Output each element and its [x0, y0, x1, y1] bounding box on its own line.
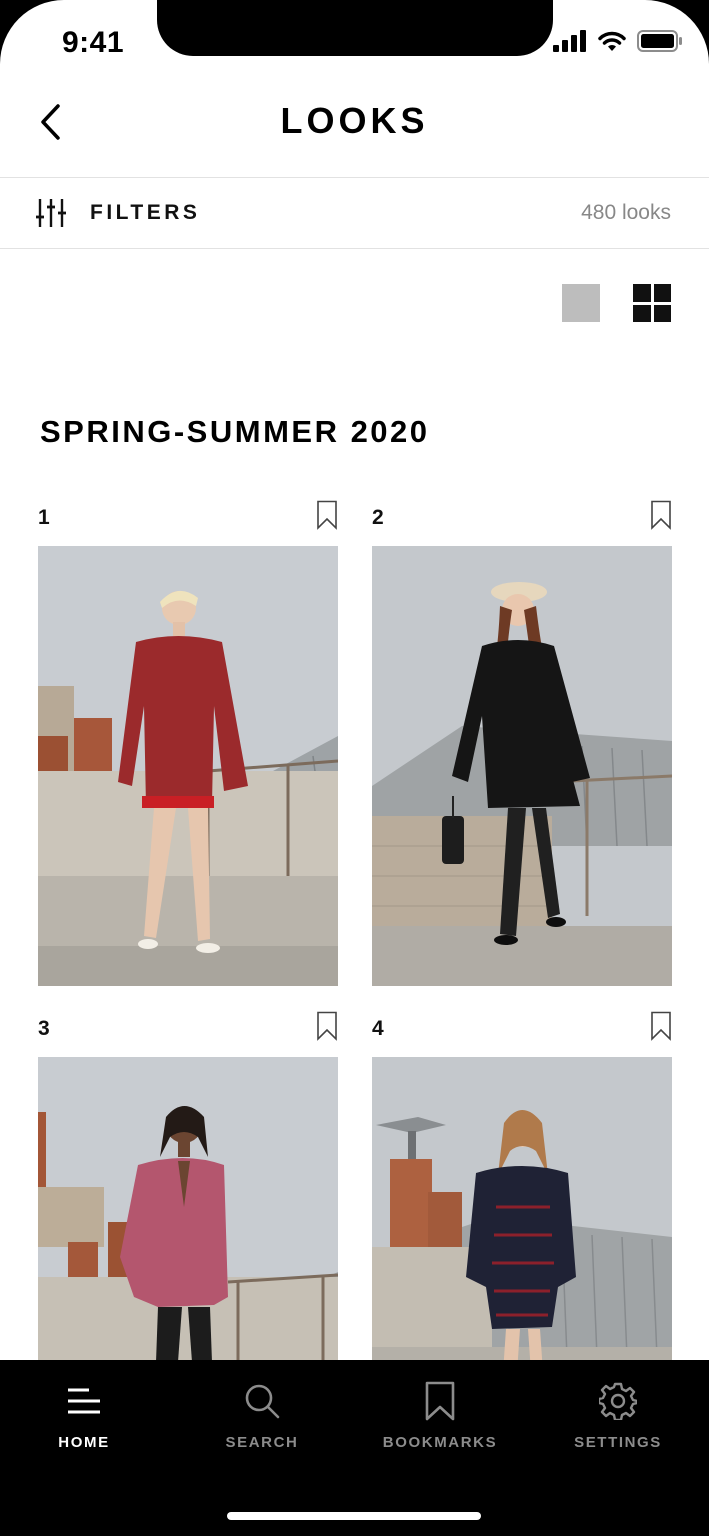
tab-label: SEARCH: [225, 1434, 299, 1451]
look-photo[interactable]: [38, 546, 338, 986]
tab-bookmarks[interactable]: BOOKMARKS: [355, 1380, 525, 1451]
tab-label: HOME: [58, 1434, 110, 1451]
tab-search[interactable]: SEARCH: [177, 1380, 347, 1451]
status-icons: [553, 30, 683, 52]
filters-button[interactable]: FILTERS: [36, 198, 200, 228]
bookmark-icon[interactable]: [650, 500, 672, 530]
sliders-icon: [36, 199, 66, 227]
bookmark-icon[interactable]: [316, 1011, 338, 1041]
tab-home[interactable]: HOME: [0, 1380, 169, 1451]
bookmark-icon: [425, 1381, 455, 1421]
menu-icon: [68, 1388, 100, 1414]
look-card[interactable]: 2: [372, 500, 672, 986]
bookmark-icon[interactable]: [650, 1011, 672, 1041]
look-number: 3: [38, 1017, 50, 1040]
look-card[interactable]: 3: [38, 1011, 338, 1497]
page-title: LOOKS: [280, 100, 429, 141]
look-header: 4: [372, 1011, 672, 1051]
filters-bar: FILTERS 480 looks: [0, 178, 709, 249]
search-icon: [245, 1384, 280, 1419]
tab-settings[interactable]: SETTINGS: [533, 1380, 703, 1451]
filters-label: FILTERS: [90, 201, 201, 224]
cellular-signal-icon: [553, 30, 586, 52]
look-photo[interactable]: [372, 546, 672, 986]
status-bar: 9:41: [0, 0, 709, 88]
tab-label: BOOKMARKS: [382, 1434, 498, 1451]
bookmark-icon[interactable]: [316, 500, 338, 530]
notch: [157, 0, 553, 56]
looks-count: 480 looks: [581, 201, 671, 224]
home-indicator: [227, 1512, 481, 1520]
app-screen: 9:41 LOOKS FILTERS 480 looks SPRING-SUMM…: [0, 0, 709, 1536]
look-number: 2: [372, 506, 384, 529]
gear-icon: [599, 1382, 637, 1420]
look-header: 3: [38, 1011, 338, 1051]
season-title: SPRING-SUMMER 2020: [40, 414, 430, 449]
look-header: 1: [38, 500, 338, 540]
look-card[interactable]: 1: [38, 500, 338, 986]
single-view-icon[interactable]: [562, 284, 600, 322]
look-outfit: [120, 1158, 228, 1307]
tab-bar: HOME SEARCH BOOKMARKS SETTINGS: [0, 1360, 709, 1536]
wifi-icon: [598, 31, 626, 51]
grid-view-icon[interactable]: [633, 284, 671, 322]
header: LOOKS: [0, 88, 709, 178]
look-card[interactable]: 4: [372, 1011, 672, 1497]
status-time: 9:41: [62, 26, 125, 59]
tab-label: SETTINGS: [574, 1434, 662, 1451]
battery-icon: [637, 30, 682, 52]
look-header: 2: [372, 500, 672, 540]
look-number: 1: [38, 506, 50, 529]
look-number: 4: [372, 1017, 384, 1040]
